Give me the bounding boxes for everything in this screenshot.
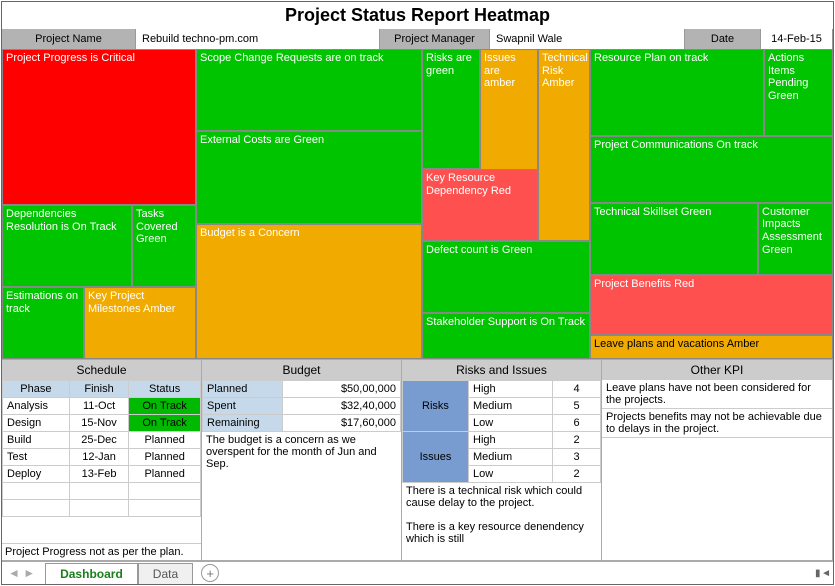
heatmap-tile[interactable]: Tasks Covered Green: [132, 205, 196, 287]
section-risks: Risks and Issues: [402, 360, 602, 380]
risks-notes: There is a technical risk which could ca…: [402, 483, 601, 547]
table-row[interactable]: Deploy13-FebPlanned: [3, 466, 201, 483]
budget-panel: Planned$50,00,000Spent$32,40,000Remainin…: [202, 380, 402, 560]
section-budget: Budget: [202, 360, 402, 380]
heatmap-tile[interactable]: Risks are green: [422, 49, 480, 169]
heatmap-tile[interactable]: Project Benefits Red: [590, 275, 833, 335]
heatmap-tile[interactable]: External Costs are Green: [196, 131, 422, 225]
project-manager-value[interactable]: Swapnil Wale: [490, 29, 685, 49]
table-row[interactable]: Remaining$17,60,000: [203, 415, 401, 432]
heatmap-tile[interactable]: Customer Impacts Assessment Green: [758, 203, 833, 275]
heatmap-tile[interactable]: Key Project Milestones Amber: [84, 287, 196, 359]
date-value[interactable]: 14-Feb-15: [761, 29, 833, 49]
table-row[interactable]: Analysis11-OctOn Track: [3, 398, 201, 415]
schedule-note: Project Progress not as per the plan.: [2, 543, 201, 560]
date-label: Date: [685, 29, 761, 49]
section-headers: Schedule Budget Risks and Issues Other K…: [2, 359, 833, 380]
project-name-value[interactable]: Rebuild techno-pm.com: [136, 29, 380, 49]
heatmap-tile[interactable]: Project Progress is Critical: [2, 49, 196, 205]
project-name-label: Project Name: [2, 29, 136, 49]
heatmap-tile[interactable]: Technical Skillset Green: [590, 203, 758, 275]
sheet-tabs[interactable]: ◄ ► Dashboard Data + ▮◄: [2, 561, 833, 584]
section-kpi: Other KPI: [602, 360, 833, 380]
heatmap-tile[interactable]: Defect count is Green: [422, 241, 590, 313]
tab-data[interactable]: Data: [138, 563, 193, 584]
budget-note: The budget is a concern as we overspent …: [202, 432, 401, 472]
heatmap-tile[interactable]: Dependencies Resolution is On Track: [2, 205, 132, 287]
risks-issues-table[interactable]: RisksHigh4Medium5Low6IssuesHigh2Medium3L…: [402, 380, 601, 483]
new-sheet-button[interactable]: +: [201, 564, 219, 582]
info-bar: Project Name Rebuild techno-pm.com Proje…: [2, 29, 833, 49]
heatmap-tile[interactable]: Technical Risk Amber: [538, 49, 590, 241]
kpi-note: Projects benefits may not be achievable …: [602, 409, 832, 438]
tab-nav-icon[interactable]: ◄ ►: [8, 566, 35, 580]
heatmap-tile[interactable]: Budget is a Concern: [196, 224, 422, 359]
schedule-panel: PhaseFinishStatusAnalysis11-OctOn TrackD…: [2, 380, 202, 560]
heatmap-tile[interactable]: Estimations on track: [2, 287, 84, 359]
page-title: Project Status Report Heatmap: [2, 2, 833, 29]
kpi-note: Leave plans have not been considered for…: [602, 380, 832, 409]
hscroll[interactable]: ▮◄: [813, 562, 833, 584]
heatmap-tile[interactable]: Actions Items Pending Green: [764, 49, 833, 136]
budget-table[interactable]: Planned$50,00,000Spent$32,40,000Remainin…: [202, 380, 401, 432]
table-header: Status: [129, 381, 201, 398]
schedule-table[interactable]: PhaseFinishStatusAnalysis11-OctOn TrackD…: [2, 380, 201, 517]
table-row[interactable]: Build25-DecPlanned: [3, 432, 201, 449]
heatmap-tile[interactable]: Key Resource Dependency Red: [422, 169, 538, 241]
heatmap-tile[interactable]: Stakeholder Support is On Track: [422, 313, 590, 359]
kpi-notes: Leave plans have not been considered for…: [602, 380, 832, 438]
table-row[interactable]: Design15-NovOn Track: [3, 415, 201, 432]
table-row[interactable]: Planned$50,00,000: [203, 381, 401, 398]
heatmap-tile[interactable]: Leave plans and vacations Amber: [590, 335, 833, 359]
kpi-panel: Leave plans have not been considered for…: [602, 380, 833, 560]
table-row[interactable]: Spent$32,40,000: [203, 398, 401, 415]
table-header: Finish: [69, 381, 128, 398]
heatmap[interactable]: Project Progress is CriticalDependencies…: [2, 49, 833, 359]
risks-panel: RisksHigh4Medium5Low6IssuesHigh2Medium3L…: [402, 380, 602, 560]
heatmap-tile[interactable]: Resource Plan on track: [590, 49, 764, 136]
table-header: Phase: [3, 381, 70, 398]
table-row[interactable]: RisksHigh4: [403, 381, 601, 398]
tab-dashboard[interactable]: Dashboard: [45, 563, 138, 584]
heatmap-tile[interactable]: Project Communications On track: [590, 136, 833, 203]
project-manager-label: Project Manager: [380, 29, 490, 49]
section-schedule: Schedule: [2, 360, 202, 380]
heatmap-tile[interactable]: Scope Change Requests are on track: [196, 49, 422, 131]
table-row[interactable]: IssuesHigh2: [403, 432, 601, 449]
table-row[interactable]: Test12-JanPlanned: [3, 449, 201, 466]
